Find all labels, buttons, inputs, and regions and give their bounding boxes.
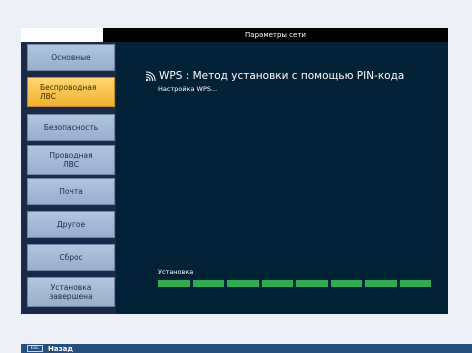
sidebar-item-label: Основные (51, 53, 91, 62)
sidebar-item-label: Сброс (59, 253, 83, 262)
sidebar-item-wireless-lan[interactable]: Беспроводная ЛВС (27, 77, 115, 107)
wps-status-text: Настройка WPS... (158, 85, 218, 93)
progress-segment (158, 280, 190, 287)
sidebar-item-setup-complete[interactable]: Установка завершена (27, 277, 115, 307)
progress-segment (330, 280, 362, 287)
sidebar-item-label: завершена (49, 292, 93, 301)
sidebar-item-label: Проводная (49, 151, 93, 160)
sidebar-item-wired-lan[interactable]: Проводная ЛВС (27, 145, 115, 175)
progress-bar (158, 280, 431, 287)
sidebar-item-label: ЛВС (62, 160, 80, 169)
sidebar-item-mail[interactable]: Почта (27, 178, 115, 205)
esc-key-icon[interactable]: ESC (27, 345, 43, 352)
sidebar-item-label: Почта (59, 187, 83, 196)
footer-bar: ESC Назад (21, 344, 472, 353)
progress-segment (227, 280, 259, 287)
progress-segment (399, 280, 431, 287)
sidebar-item-label: Безопасность (43, 123, 99, 132)
progress-segment (296, 280, 328, 287)
sidebar-item-basic[interactable]: Основные (27, 44, 115, 71)
window-title: Параметры сети (103, 28, 448, 42)
sidebar-item-other[interactable]: Другое (27, 211, 115, 238)
sidebar-item-label: Беспроводная (40, 83, 97, 92)
sidebar-item-reset[interactable]: Сброс (27, 244, 115, 271)
sidebar-item-label: ЛВС (40, 92, 57, 101)
progress-segment (365, 280, 397, 287)
sidebar-item-label: Установка (50, 283, 92, 292)
progress-segment (261, 280, 293, 287)
wifi-icon (145, 70, 156, 81)
sidebar-item-security[interactable]: Безопасность (27, 114, 115, 141)
wps-heading-text: WPS : Метод установки с помощью PIN-кода (159, 70, 405, 82)
back-button[interactable]: Назад (48, 345, 73, 353)
progress-segment (192, 280, 224, 287)
progress-label: Установка (158, 268, 194, 276)
sidebar-item-label: Другое (56, 220, 86, 229)
wps-heading: WPS : Метод установки с помощью PIN-кода (145, 70, 404, 82)
